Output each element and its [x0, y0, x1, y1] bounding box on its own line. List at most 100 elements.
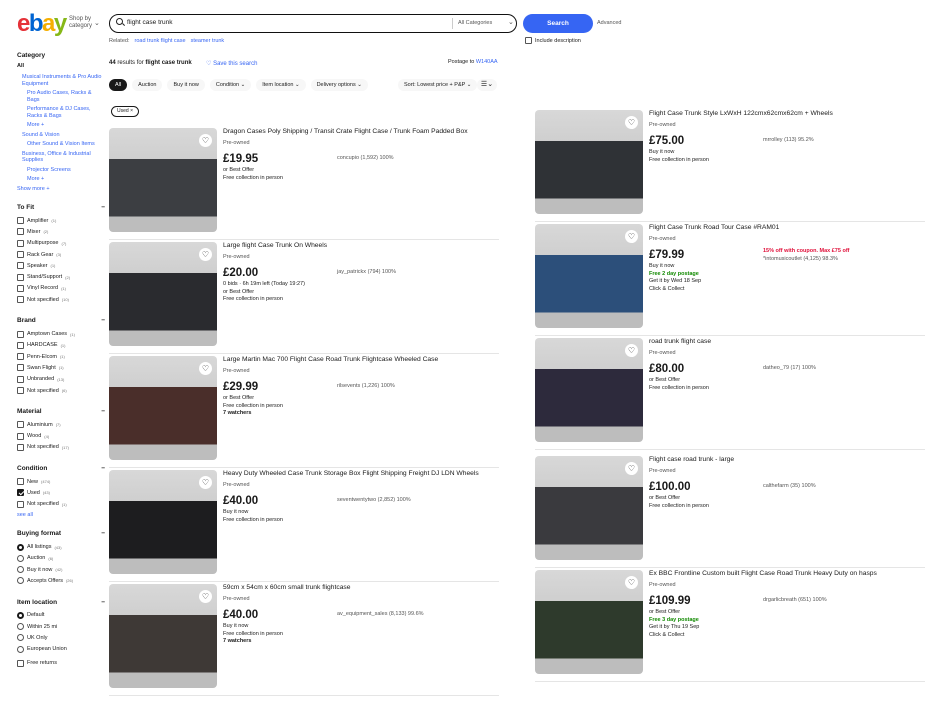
chip-buy-it-now[interactable]: Buy it now — [167, 79, 205, 91]
filter-option[interactable]: All listings (43) — [17, 541, 105, 552]
chip-auction[interactable]: Auction — [132, 79, 163, 91]
include-description[interactable]: Include description — [525, 37, 581, 44]
condition-dropdown[interactable]: Condition ⌄ — [209, 79, 252, 91]
seller-name[interactable]: mrrolley (113) 95.2% — [763, 137, 814, 143]
checkbox[interactable] — [17, 387, 24, 394]
radio[interactable] — [17, 566, 24, 574]
filter-option[interactable]: Multipurpose (7) — [17, 238, 105, 249]
category-link[interactable]: Sound & Vision — [22, 132, 105, 139]
search-button[interactable]: Search — [523, 14, 593, 33]
watchlist-heart-icon[interactable]: ♡ — [199, 134, 212, 147]
checkbox[interactable] — [17, 251, 24, 259]
watchlist-heart-icon[interactable]: ♡ — [625, 576, 638, 589]
checkbox[interactable] — [17, 500, 24, 508]
postcode-link[interactable]: W140AA — [476, 59, 498, 65]
filter-option[interactable]: Not specified (10) — [17, 294, 105, 305]
chip-all[interactable]: All — [109, 79, 128, 91]
more-link[interactable]: More + — [22, 176, 105, 183]
watchlist-heart-icon[interactable]: ♡ — [625, 116, 638, 129]
radio[interactable] — [17, 577, 24, 585]
filter-option[interactable]: Vinyl Record (1) — [17, 283, 105, 294]
listing-item[interactable]: ♡ Flight Case Trunk Road Tour Case #RAM01… — [535, 224, 925, 336]
watchlist-heart-icon[interactable]: ♡ — [625, 230, 638, 243]
seller-name[interactable]: drgarlicbreath (651) 100% — [763, 597, 827, 603]
filter-option[interactable]: Swan Flight (1) — [17, 362, 105, 373]
listing-item[interactable]: ♡ Large flight Case Trunk On Wheels Pre-ow… — [109, 242, 499, 354]
filter-option[interactable]: Used (43) — [17, 487, 105, 498]
radio[interactable] — [17, 634, 24, 642]
filter-option[interactable]: Rack Gear (3) — [17, 249, 105, 260]
seller-name[interactable]: rilsevents (1,226) 100% — [337, 383, 395, 389]
search-input[interactable]: flight case trunk — [127, 19, 173, 26]
checkbox[interactable] — [17, 478, 24, 486]
filter-option[interactable]: Amplifier (1) — [17, 215, 105, 226]
filter-option[interactable]: Default — [17, 610, 105, 621]
category-link[interactable]: Performance & DJ Cases, Racks & Bags — [22, 106, 105, 119]
filter-option[interactable]: Penn-Elcom (1) — [17, 351, 105, 362]
listing-item[interactable]: ♡ road trunk flight case Pre-owned £80.00 or… — [535, 338, 925, 450]
filter-option[interactable]: Amptown Cases (1) — [17, 328, 105, 339]
checkbox[interactable] — [17, 273, 24, 281]
checkbox[interactable] — [17, 364, 24, 372]
checkbox[interactable] — [17, 353, 24, 361]
watchlist-heart-icon[interactable]: ♡ — [199, 248, 212, 261]
filter-option[interactable]: Mixer (2) — [17, 226, 105, 237]
active-filter-used[interactable]: Used × — [111, 106, 139, 117]
radio[interactable] — [17, 543, 24, 551]
filter-option[interactable]: European Union — [17, 644, 105, 655]
see-all-link[interactable]: see all — [17, 512, 105, 519]
checkbox[interactable] — [17, 239, 24, 247]
checkbox[interactable] — [17, 443, 24, 451]
checkbox[interactable] — [17, 296, 24, 304]
filter-option[interactable]: HARDCASE (1) — [17, 340, 105, 351]
radio[interactable] — [17, 554, 24, 562]
seller-name[interactable]: concupio (1,592) 100% — [337, 155, 394, 161]
delivery-options-dropdown[interactable]: Delivery options ⌄ — [310, 79, 368, 91]
watchlist-heart-icon[interactable]: ♡ — [199, 590, 212, 603]
advanced-link[interactable]: Advanced — [597, 20, 621, 26]
category-all[interactable]: All — [17, 63, 105, 69]
section-header[interactable]: Buying format − — [17, 530, 105, 537]
checkbox[interactable] — [17, 375, 24, 383]
filter-option[interactable]: Within 25 mi — [17, 621, 105, 632]
item-location-dropdown[interactable]: Item location ⌄ — [256, 79, 306, 91]
listing-title[interactable]: Flight case road trunk - large — [649, 456, 919, 464]
filter-option[interactable]: Aluminium (7) — [17, 419, 105, 430]
related-link[interactable]: steamer trunk — [191, 38, 225, 44]
checkbox[interactable] — [17, 262, 24, 270]
checkbox[interactable] — [17, 217, 24, 225]
listing-item[interactable]: ♡ Heavy Duty Wheeled Case Trunk Storage B… — [109, 470, 499, 582]
seller-name[interactable]: datheo_79 (17) 100% — [763, 365, 816, 371]
sort-dropdown[interactable]: Sort: Lowest price + P&P ⌄ — [398, 79, 478, 91]
listing-item[interactable]: ♡ Dragon Cases Poly Shipping / Transit Cr… — [109, 128, 499, 240]
watchlist-heart-icon[interactable]: ♡ — [625, 344, 638, 357]
checkbox[interactable] — [17, 659, 24, 667]
filter-option[interactable]: New (474) — [17, 476, 105, 487]
category-link[interactable]: Musical Instruments & Pro Audio Equipmen… — [22, 74, 105, 87]
ebay-logo[interactable]: ebay — [17, 11, 67, 37]
checkbox[interactable] — [17, 421, 24, 429]
section-header[interactable]: Brand − — [17, 317, 105, 324]
listing-item[interactable]: ♡ 59cm x 54cm x 60cm small trunk flightca… — [109, 584, 499, 696]
watchlist-heart-icon[interactable]: ♡ — [199, 362, 212, 375]
watchlist-heart-icon[interactable]: ♡ — [199, 476, 212, 489]
listing-title[interactable]: Large Martin Mac 700 Flight Case Road Tr… — [223, 356, 493, 364]
section-header[interactable]: Material − — [17, 408, 105, 415]
seller-name[interactable]: jay_patrickx (794) 100% — [337, 269, 396, 275]
listing-title[interactable]: 59cm x 54cm x 60cm small trunk flightcas… — [223, 584, 493, 592]
filter-option[interactable]: Wood (4) — [17, 430, 105, 441]
listing-title[interactable]: Flight Case Trunk Style LxWxH 122cmx62cm… — [649, 110, 919, 118]
filter-option[interactable]: UK Only — [17, 632, 105, 643]
watchlist-heart-icon[interactable]: ♡ — [625, 462, 638, 475]
category-link[interactable]: Pro Audio Cases, Racks & Bags — [22, 90, 105, 103]
checkbox[interactable] — [17, 330, 24, 338]
checkbox[interactable] — [17, 432, 24, 440]
seller-name[interactable]: av_equipment_sales (8,133) 99.6% — [337, 611, 424, 617]
section-header[interactable]: Condition − — [17, 465, 105, 472]
filter-option[interactable]: Speaker (1) — [17, 260, 105, 271]
filter-option[interactable]: Stand/Support (2) — [17, 271, 105, 282]
seller-name[interactable]: *intomusicoutlet (4,125) 98.3% — [763, 256, 849, 264]
filter-option[interactable]: Unbranded (13) — [17, 374, 105, 385]
checkbox[interactable] — [17, 489, 24, 497]
category-link[interactable]: Projector Screens — [22, 167, 105, 174]
